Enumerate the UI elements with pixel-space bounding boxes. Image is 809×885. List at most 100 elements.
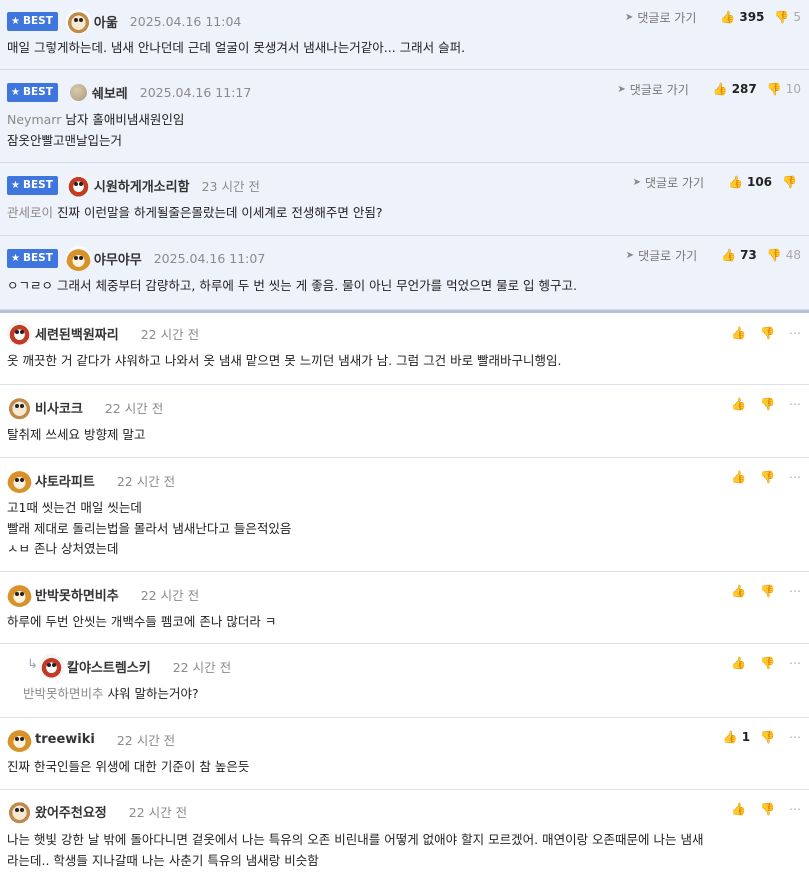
- upvote-button[interactable]: 👍 395: [720, 10, 764, 24]
- thumbs-up-icon: 👍: [731, 326, 747, 340]
- comment-text: 고1때 씻는건 매일 씻는데: [7, 500, 142, 515]
- more-options-icon[interactable]: ⋯: [789, 397, 801, 411]
- downvote-button[interactable]: 👍: [760, 397, 779, 411]
- more-options-icon[interactable]: ⋯: [789, 730, 801, 744]
- thumbs-down-icon: 👍: [760, 656, 775, 670]
- goto-reply-link[interactable]: ➤ 댓글로 가기: [633, 174, 704, 191]
- arrow-icon: ➤: [625, 249, 635, 261]
- upvote-button[interactable]: 👍: [731, 397, 750, 411]
- thumbs-down-icon: 👍: [760, 584, 775, 598]
- mention-tag[interactable]: Neymarr: [7, 112, 61, 127]
- downvote-button[interactable]: 👍: [760, 802, 779, 816]
- comment-text: ㅅㅂ 존나 상처였는데: [7, 541, 119, 556]
- comment-text: 하루에 두번 안씻는 개백수들 펨코에 존나 많더라 ㅋ: [7, 614, 277, 629]
- thumbs-up-icon: 👍: [731, 656, 747, 670]
- goto-reply-link[interactable]: ➤ 댓글로 가기: [617, 81, 688, 98]
- mention-tag[interactable]: 반박못하면비추: [23, 686, 104, 701]
- downvote-button[interactable]: 👍: [760, 584, 779, 598]
- downvote-button[interactable]: 👍: [760, 656, 779, 670]
- best-badge: ★ BEST: [7, 175, 58, 195]
- thumbs-up-icon: 👍: [721, 248, 737, 262]
- comment: 왔어주천요정 22 시간 전 👍 👍 ⋯ 나는 햇빛 강한 날 밖에 돌아다니면…: [0, 790, 809, 885]
- comment-author[interactable]: 세련된백원짜리: [35, 324, 119, 343]
- upvote-button[interactable]: 👍: [731, 656, 750, 670]
- downvote-button[interactable]: 👍: [782, 175, 801, 189]
- comment-text: 라는데.. 학생들 지나갈때 나는 사춘기 특유의 냄새랑 비슷함: [7, 852, 319, 868]
- thumbs-down-icon: 👍: [760, 802, 775, 816]
- comment-text: 나는 햇빛 강한 날 밖에 돌아다니면 겉옷에서 나는 특유의 오존 비린내를 …: [7, 832, 704, 847]
- comment-text: 탈취제 쓰세요 방향제 말고: [7, 427, 146, 442]
- comment-text: 진짜 한국인들은 위생에 대한 기준이 참 높은듯: [7, 759, 250, 774]
- more-options-icon[interactable]: ⋯: [789, 802, 801, 816]
- goto-reply-link[interactable]: ➤ 댓글로 가기: [626, 247, 697, 264]
- more-options-icon[interactable]: ⋯: [789, 656, 801, 670]
- downvote-button[interactable]: 👍 5: [774, 10, 801, 24]
- thumbs-up-icon: 👍: [712, 82, 728, 96]
- downvote-button[interactable]: 👍: [760, 730, 779, 744]
- thumbs-up-icon: 👍: [731, 802, 747, 816]
- comment-author[interactable]: 비사코크: [35, 398, 83, 417]
- avatar[interactable]: [7, 320, 32, 346]
- thumbs-down-icon: 👍: [760, 326, 775, 340]
- comment-author[interactable]: treewiki: [35, 732, 95, 747]
- downvote-button[interactable]: 👍: [760, 326, 779, 340]
- comment-author[interactable]: 쉐보레: [92, 83, 128, 102]
- comment: 비사코크 22 시간 전 👍 👍 ⋯ 탈취제 쓰세요 방향제 말고: [0, 385, 809, 458]
- upvote-button[interactable]: 👍 73: [721, 248, 757, 262]
- comment-date: 2025.04.16 11:07: [153, 250, 266, 266]
- best-comment: ★ BEST 아욺 2025.04.16 11:04 ➤ 댓글로 가기 👍 395 👍…: [0, 0, 809, 70]
- thumbs-up-icon: 👍: [731, 470, 747, 484]
- upvote-button[interactable]: 👍 1: [723, 730, 750, 744]
- star-icon: ★: [11, 252, 20, 264]
- avatar[interactable]: [69, 83, 87, 101]
- mention-tag[interactable]: 관세로이: [7, 205, 53, 220]
- more-options-icon[interactable]: ⋯: [789, 584, 801, 598]
- comment-date: 23 시간 전: [201, 178, 260, 194]
- comment-text: 잠옷안빨고맨날입는거: [7, 132, 123, 148]
- comment-date: 2025.04.16 11:04: [129, 13, 242, 29]
- avatar[interactable]: [7, 467, 32, 493]
- thumbs-up-icon: 👍: [731, 397, 747, 411]
- avatar[interactable]: [65, 8, 91, 34]
- thumbs-up-icon: 👍: [731, 584, 747, 598]
- downvote-button[interactable]: 👍 48: [767, 248, 801, 262]
- thumbs-down-icon: 👍: [760, 730, 775, 744]
- downvote-button[interactable]: 👍 10: [767, 82, 801, 96]
- upvote-button[interactable]: 👍: [731, 470, 750, 484]
- comment-text: 옷 깨끗한 거 같다가 샤워하고 나와서 옷 냄새 맡으면 못 느끼던 냄새가 …: [7, 353, 562, 368]
- star-icon: ★: [11, 86, 20, 98]
- thumbs-down-icon: 👍: [766, 82, 782, 96]
- comment-author[interactable]: 칼야스트렘스키: [67, 657, 151, 676]
- goto-reply-link[interactable]: ➤ 댓글로 가기: [625, 9, 696, 26]
- more-options-icon[interactable]: ⋯: [789, 470, 801, 484]
- comment-author[interactable]: 아욺: [94, 12, 118, 31]
- upvote-button[interactable]: 👍 106: [728, 175, 772, 189]
- avatar[interactable]: [39, 653, 64, 679]
- upvote-button[interactable]: 👍: [731, 802, 750, 816]
- avatar[interactable]: [7, 394, 32, 420]
- avatar[interactable]: [65, 172, 91, 198]
- comment-date: 22 시간 전: [116, 473, 176, 489]
- comment-author[interactable]: 왔어주천요정: [35, 802, 107, 821]
- downvote-button[interactable]: 👍: [760, 470, 779, 484]
- comment-author[interactable]: 시원하게개소리함: [94, 176, 190, 195]
- upvote-button[interactable]: 👍: [731, 584, 750, 598]
- avatar[interactable]: [7, 581, 32, 607]
- comment-date: 22 시간 전: [140, 587, 200, 603]
- comment: 세련된백원짜리 22 시간 전 👍 👍 ⋯ 옷 깨끗한 거 같다가 샤워하고 나…: [0, 313, 809, 385]
- thumbs-down-icon: 👍: [782, 175, 797, 189]
- more-options-icon[interactable]: ⋯: [789, 326, 801, 340]
- comment: treewiki 22 시간 전 👍 1 👍 ⋯ 진짜 한국인들은 위생에 대한 …: [0, 718, 809, 790]
- avatar[interactable]: [7, 726, 32, 752]
- comment-author[interactable]: 샤토라피트: [35, 471, 95, 490]
- thumbs-down-icon: 👍: [760, 470, 775, 484]
- comment-author[interactable]: 야무야무: [94, 249, 142, 268]
- best-badge: ★ BEST: [7, 11, 58, 31]
- comment-author[interactable]: 반박못하면비추: [35, 585, 119, 604]
- upvote-button[interactable]: 👍: [731, 326, 750, 340]
- upvote-button[interactable]: 👍 287: [713, 82, 757, 96]
- thumbs-up-icon: 👍: [720, 10, 736, 24]
- avatar[interactable]: [65, 245, 91, 271]
- avatar[interactable]: [7, 798, 32, 824]
- arrow-icon: ➤: [624, 11, 634, 23]
